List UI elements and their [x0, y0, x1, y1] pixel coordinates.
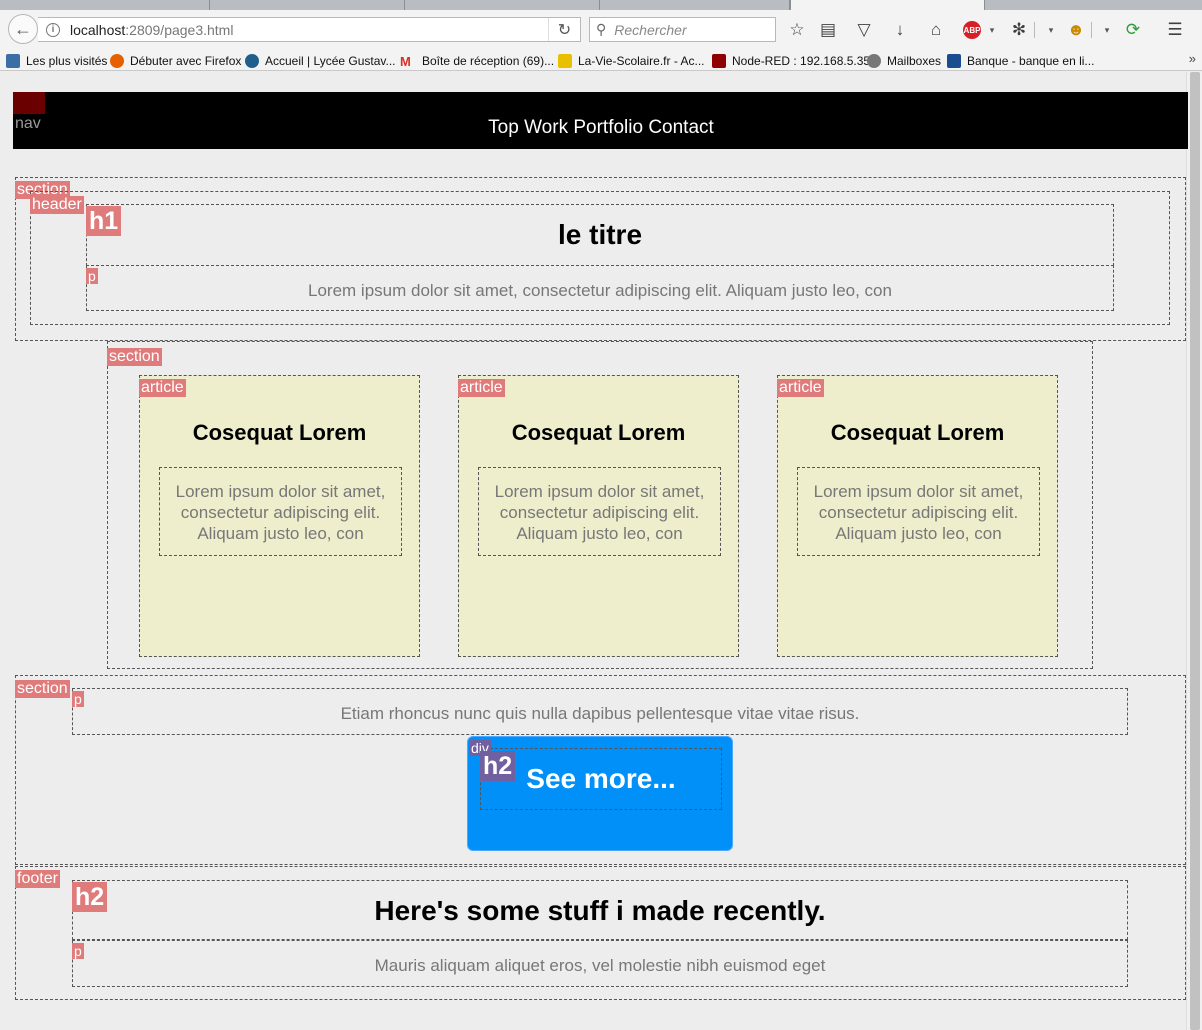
bookmark-label: Mailboxes	[887, 53, 942, 68]
h2-box: Here's some stuff i made recently.	[72, 880, 1128, 940]
arrow-left-icon: ←	[14, 18, 32, 39]
divider	[1091, 22, 1092, 38]
school-icon	[245, 53, 259, 68]
bookmark-item[interactable]: Node-RED : 192.168.5.35	[712, 52, 870, 69]
greasemonkey-icon[interactable]: ☻	[1065, 19, 1087, 41]
bookmark-label: Node-RED : 192.168.5.35	[732, 53, 871, 68]
header-tag: header	[30, 196, 84, 214]
tab[interactable]	[405, 0, 600, 10]
h1-tag: h1	[86, 206, 122, 236]
h1-box: le titre	[86, 204, 1114, 266]
scrollbar-thumb[interactable]	[1190, 72, 1200, 1030]
tab[interactable]	[0, 0, 210, 10]
article-text-box: Lorem ipsum dolor sit amet, consectetur …	[478, 467, 721, 556]
bookmark-favicon-icon	[6, 53, 20, 68]
article-tag: article	[777, 379, 824, 397]
h2-tag: h2	[72, 882, 108, 912]
bookmark-item[interactable]: Mailboxes	[867, 52, 941, 69]
search-input[interactable]	[612, 20, 763, 39]
bookmark-item[interactable]: Débuter avec Firefox	[110, 52, 241, 69]
article-text-box: Lorem ipsum dolor sit amet, consectetur …	[159, 467, 402, 556]
sync-icon[interactable]: ⟳	[1122, 19, 1144, 41]
article-text-box: Lorem ipsum dolor sit amet, consectetur …	[797, 467, 1040, 556]
article-title: Cosequat Lorem	[830, 420, 1005, 445]
see-more-label[interactable]: See more...	[481, 763, 721, 795]
chevron-down-icon[interactable]: ▾	[1096, 19, 1118, 41]
search-bar[interactable]: ⚲	[589, 17, 776, 42]
home-icon[interactable]: ⌂	[925, 19, 947, 41]
bookmarks-bar: Les plus visités Débuter avec Firefox Ac…	[0, 50, 1202, 71]
tab[interactable]	[600, 0, 790, 10]
p-tag: p	[72, 943, 84, 959]
bookmark-item[interactable]: Banque - banque en li...	[947, 52, 1094, 69]
h2-tag: h2	[480, 751, 516, 781]
tab-active[interactable]	[790, 0, 985, 10]
p-tag: p	[86, 268, 98, 284]
page-title: le titre	[557, 219, 643, 250]
bookmark-item[interactable]: Accueil | Lycée Gustav...	[245, 52, 396, 69]
p-box: Etiam rhoncus nunc quis nulla dapibus pe…	[72, 688, 1128, 735]
url-host: localhost	[70, 21, 126, 38]
tab[interactable]	[210, 0, 405, 10]
info-icon[interactable]: i	[46, 22, 60, 37]
footer-tag: footer	[15, 870, 60, 888]
search-icon: ⚲	[596, 21, 607, 37]
scrollbar[interactable]	[1186, 72, 1202, 1030]
bookmark-item[interactable]: M Boîte de réception (69)...	[400, 52, 554, 69]
section-tag: section	[107, 348, 162, 366]
bookmarks-overflow-button[interactable]: »	[1189, 51, 1196, 66]
chevron-down-icon[interactable]: ▾	[1040, 19, 1062, 41]
article-title: Cosequat Lorem	[511, 420, 686, 445]
intro-text: Lorem ipsum dolor sit amet, consectetur …	[308, 281, 892, 300]
bookmark-label: Les plus visités	[26, 53, 108, 68]
bookmark-label: Banque - banque en li...	[967, 53, 1095, 68]
nav-tag-marker	[13, 92, 45, 114]
shield-icon	[558, 53, 572, 68]
back-button[interactable]: ←	[8, 14, 38, 44]
article-tag: article	[139, 379, 186, 397]
article-title: Cosequat Lorem	[192, 420, 367, 445]
footer-text: Mauris aliquam aliquet eros, vel molesti…	[374, 956, 826, 975]
nav-links[interactable]: Top Work Portfolio Contact	[0, 117, 1202, 139]
article-text: Lorem ipsum dolor sit amet, consectetur …	[494, 482, 705, 543]
bookmark-item[interactable]: Les plus visités	[6, 52, 107, 69]
p-tag: p	[72, 691, 84, 707]
download-icon[interactable]: ↓	[889, 19, 911, 41]
p-box: Mauris aliquam aliquet eros, vel molesti…	[72, 940, 1128, 987]
tab-strip	[0, 0, 1202, 10]
reload-icon[interactable]: ↻	[548, 18, 580, 41]
firefox-icon	[110, 53, 124, 68]
section-tag: section	[15, 680, 70, 698]
node-red-icon	[712, 53, 726, 68]
footer-title: Here's some stuff i made recently.	[374, 895, 826, 926]
reading-list-icon[interactable]: ▤	[817, 19, 839, 41]
adblock-icon[interactable]: ABP	[963, 21, 981, 39]
article-tag: article	[458, 379, 505, 397]
chevron-down-icon[interactable]: ▾	[981, 19, 1003, 41]
bookmark-star-icon[interactable]: ☆	[786, 19, 808, 41]
url-path: :2809/page3.html	[125, 21, 234, 38]
gmail-icon: M	[400, 53, 411, 69]
menu-icon[interactable]: ☰	[1164, 19, 1186, 41]
pocket-icon[interactable]: ▽	[853, 19, 875, 41]
article-card: Cosequat Lorem Lorem ipsum dolor sit ame…	[458, 375, 739, 657]
bank-icon	[947, 53, 961, 68]
globe-icon	[867, 53, 881, 68]
bookmark-item[interactable]: La-Vie-Scolaire.fr - Ac...	[558, 52, 705, 69]
article-card: Cosequat Lorem Lorem ipsum dolor sit ame…	[777, 375, 1058, 657]
url-bar[interactable]: i localhost:2809/page3.html ↻	[38, 17, 581, 42]
article-text: Lorem ipsum dolor sit amet, consectetur …	[813, 482, 1024, 543]
h2-box: See more...	[480, 748, 722, 810]
article-card: Cosequat Lorem Lorem ipsum dolor sit ame…	[139, 375, 420, 657]
bookmark-label: Débuter avec Firefox	[130, 53, 242, 68]
bookmark-label: Accueil | Lycée Gustav...	[265, 53, 396, 68]
section-text: Etiam rhoncus nunc quis nulla dapibus pe…	[340, 704, 860, 723]
bookmark-label: La-Vie-Scolaire.fr - Ac...	[578, 53, 705, 68]
divider	[1034, 22, 1035, 38]
extension-icon[interactable]: ✻	[1008, 19, 1030, 41]
p-box: Lorem ipsum dolor sit amet, consectetur …	[86, 265, 1114, 311]
browser-toolbar: ← i localhost:2809/page3.html ↻ ⚲ ☆ ▤ ▽ …	[0, 10, 1202, 50]
bookmark-label: Boîte de réception (69)...	[422, 53, 555, 68]
article-text: Lorem ipsum dolor sit amet, consectetur …	[175, 482, 386, 543]
